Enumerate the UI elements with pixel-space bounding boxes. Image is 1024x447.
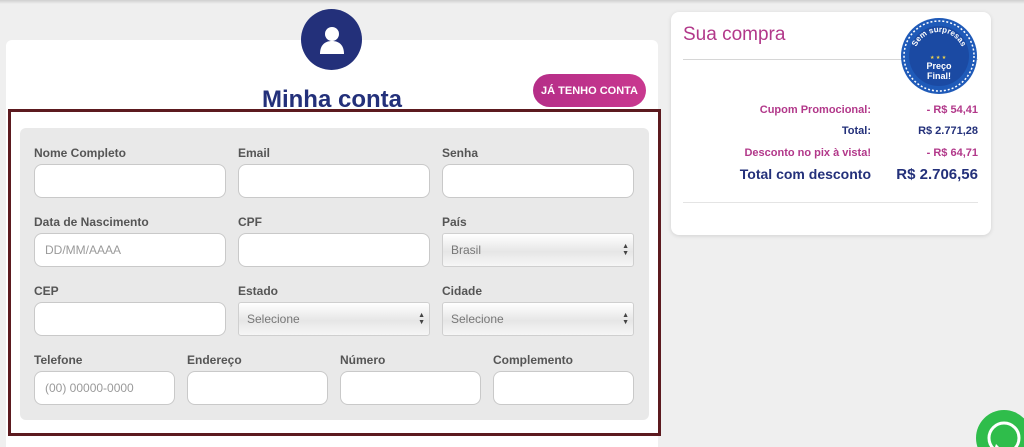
password-label: Senha: [442, 146, 479, 160]
birthdate-input[interactable]: DD/MM/AAAA: [34, 233, 226, 267]
email-label: Email: [238, 146, 271, 160]
cep-input[interactable]: [34, 302, 226, 336]
city-select[interactable]: Selecione ▲ ▼: [442, 302, 634, 336]
country-label: País: [442, 215, 467, 229]
purchase-summary-card: Sua compra Sem surpresas ★ ★ ★ Preço Fin…: [671, 12, 991, 235]
top-shadow: [0, 0, 1024, 4]
state-select[interactable]: Selecione ▲ ▼: [238, 302, 430, 336]
coupon-value: - R$ 54,41: [926, 104, 978, 116]
user-avatar: [301, 9, 362, 70]
complement-label: Complemento: [493, 353, 574, 367]
purchase-title: Sua compra: [683, 24, 786, 45]
phone-placeholder: (00) 00000-0000: [45, 381, 134, 395]
cpf-input[interactable]: [238, 233, 430, 267]
email-input[interactable]: [238, 164, 430, 198]
city-selected-value: Selecione: [451, 312, 504, 326]
address-input[interactable]: [187, 371, 328, 405]
total-label: Total:: [841, 125, 871, 137]
country-selected-value: Brasil: [451, 243, 482, 257]
final-total-label: Total com desconto: [739, 166, 871, 182]
seal-bottom-text: Final!: [927, 71, 951, 81]
city-label: Cidade: [442, 284, 483, 298]
seal-middle-text: Preço: [926, 61, 952, 71]
birthdate-label: Data de Nascimento: [34, 215, 149, 229]
form-area: Nome Completo Email Senha Data de Nascim…: [20, 128, 649, 420]
address-label: Endereço: [187, 353, 242, 367]
user-icon: [319, 26, 344, 54]
have-account-button[interactable]: JÁ TENHO CONTA: [533, 74, 646, 107]
select-arrows-icon: ▲ ▼: [418, 312, 425, 326]
birthdate-placeholder: DD/MM/AAAA: [45, 243, 122, 257]
whatsapp-button[interactable]: [976, 410, 1024, 447]
final-total-value: R$ 2.706,56: [896, 166, 978, 183]
cep-label: CEP: [34, 284, 59, 298]
whatsapp-icon: [987, 421, 1021, 447]
number-input[interactable]: [340, 371, 481, 405]
state-label: Estado: [238, 284, 279, 298]
coupon-label: Cupom Promocional:: [759, 104, 871, 116]
divider: [683, 202, 978, 203]
select-arrows-icon: ▲ ▼: [622, 312, 629, 326]
pix-discount-value: - R$ 64,71: [926, 147, 978, 159]
phone-label: Telefone: [34, 353, 83, 367]
password-input[interactable]: [442, 164, 634, 198]
registration-form: Nome Completo Email Senha Data de Nascim…: [8, 109, 661, 436]
total-value: R$ 2.771,28: [918, 125, 978, 137]
state-selected-value: Selecione: [247, 312, 300, 326]
cpf-label: CPF: [238, 215, 262, 229]
complement-input[interactable]: [493, 371, 634, 405]
number-label: Número: [340, 353, 386, 367]
phone-input[interactable]: (00) 00000-0000: [34, 371, 175, 405]
country-select[interactable]: Brasil ▲ ▼: [442, 233, 634, 267]
full-name-input[interactable]: [34, 164, 226, 198]
full-name-label: Nome Completo: [34, 146, 127, 160]
pix-discount-label: Desconto no pix à vista!: [744, 147, 871, 159]
select-arrows-icon: ▲ ▼: [622, 243, 629, 257]
final-price-seal-icon: Sem surpresas ★ ★ ★ Preço Final!: [901, 18, 977, 94]
